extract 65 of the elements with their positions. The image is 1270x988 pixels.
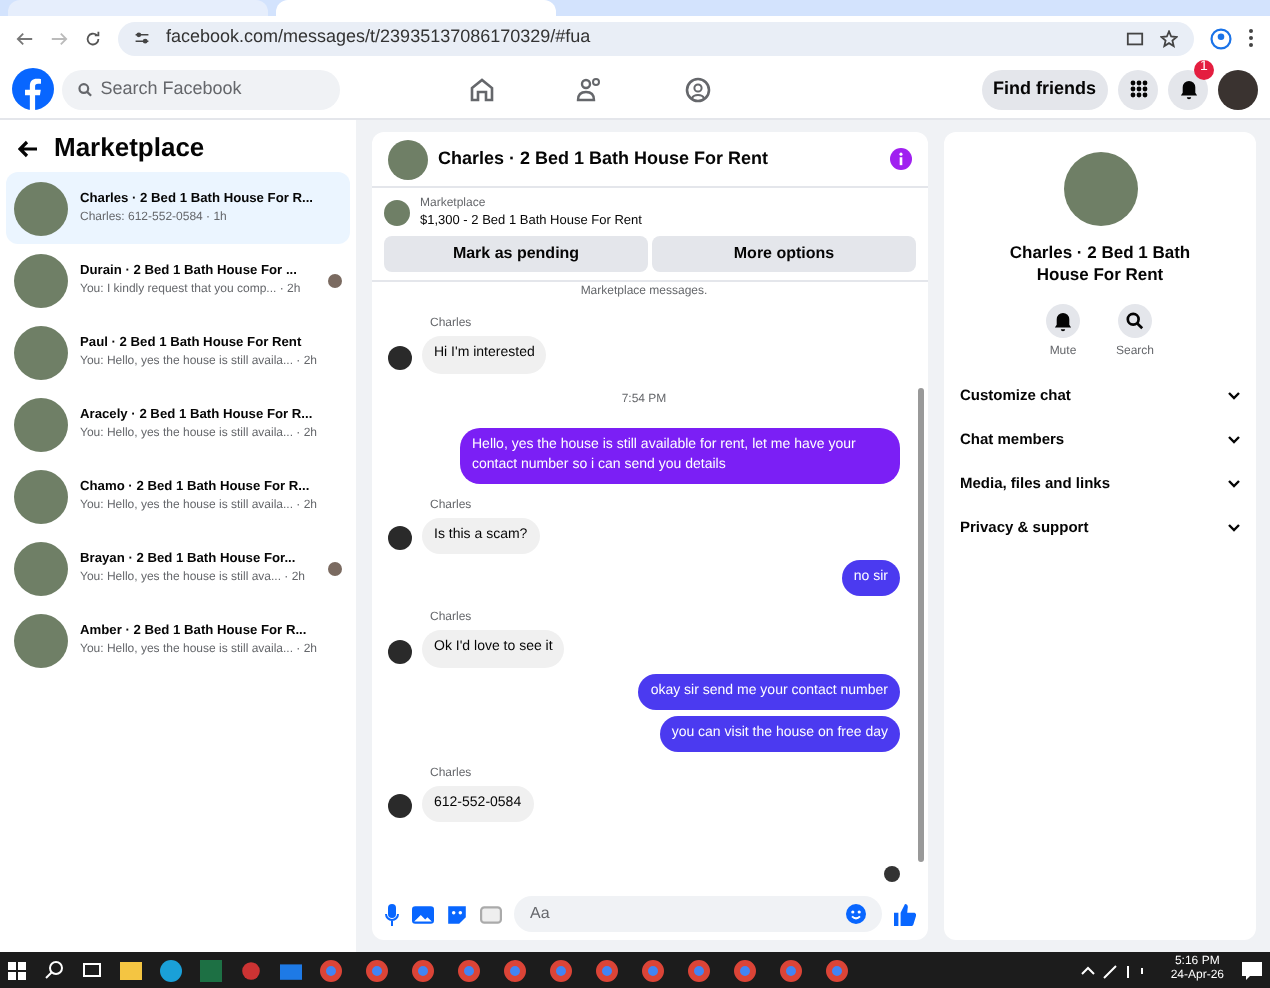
search-field[interactable]: Search Facebook bbox=[62, 69, 340, 109]
sender-avatar bbox=[388, 526, 412, 550]
house-photo-placeholder bbox=[14, 181, 68, 235]
message-field[interactable]: Aa bbox=[514, 896, 882, 932]
house-photo-placeholder bbox=[388, 139, 428, 179]
house-photo-placeholder bbox=[14, 253, 68, 307]
sender-avatar bbox=[388, 345, 412, 369]
app-icon[interactable] bbox=[240, 959, 262, 981]
menu-icon[interactable] bbox=[1248, 28, 1254, 48]
house-photo-placeholder bbox=[14, 469, 68, 523]
bell-icon bbox=[1053, 311, 1072, 331]
thumbs-up-icon[interactable] bbox=[894, 903, 916, 925]
site-settings-icon[interactable] bbox=[134, 30, 150, 46]
chevron-icon bbox=[1228, 480, 1240, 488]
back-icon[interactable] bbox=[16, 29, 34, 47]
url-text: facebook.com/messages/t/23935137086170329/#fua bbox=[166, 24, 593, 51]
info-icon[interactable] bbox=[890, 148, 912, 170]
search-button[interactable] bbox=[1117, 304, 1152, 338]
facebook-logo-icon[interactable] bbox=[12, 68, 54, 110]
image-icon[interactable] bbox=[412, 903, 434, 925]
grid-icon bbox=[1129, 80, 1147, 98]
message-input[interactable]: Aa bbox=[530, 902, 846, 926]
back-arrow-icon[interactable] bbox=[18, 139, 38, 157]
home-icon[interactable] bbox=[468, 75, 497, 103]
profile-icon[interactable] bbox=[1210, 27, 1232, 49]
star-icon[interactable] bbox=[1160, 29, 1178, 47]
sidebar-title: Marketplace bbox=[54, 130, 205, 167]
task-view-icon[interactable] bbox=[82, 960, 102, 980]
house-photo-placeholder bbox=[384, 200, 410, 226]
chevron-icon bbox=[1228, 392, 1240, 400]
chat-title: Charles · 2 Bed 1 Bath House For Rent bbox=[438, 145, 771, 172]
house-photo-placeholder bbox=[14, 613, 68, 667]
action-button[interactable]: More options bbox=[652, 236, 916, 272]
folder-icon[interactable] bbox=[120, 960, 142, 980]
sender-avatar bbox=[388, 794, 412, 818]
sticker-icon[interactable] bbox=[446, 903, 468, 925]
house-photo-placeholder bbox=[14, 397, 68, 451]
chevron-icon bbox=[1228, 436, 1240, 444]
emoji-icon[interactable] bbox=[846, 904, 866, 924]
search-icon[interactable] bbox=[44, 960, 64, 980]
house-photo-placeholder bbox=[1063, 152, 1137, 226]
microphone-icon[interactable] bbox=[384, 903, 400, 925]
friends-icon[interactable] bbox=[576, 75, 605, 103]
chevron-icon bbox=[1228, 524, 1240, 532]
install-icon[interactable] bbox=[1126, 29, 1144, 47]
search-icon bbox=[1125, 311, 1144, 331]
action-button[interactable]: Mark as pending bbox=[384, 236, 648, 272]
search-icon bbox=[78, 81, 93, 97]
groups-icon[interactable] bbox=[684, 75, 713, 103]
notifications-button[interactable] bbox=[1168, 69, 1208, 109]
mute-button[interactable] bbox=[1045, 304, 1080, 338]
find-friends-button[interactable]: Find friends bbox=[981, 69, 1108, 109]
search-input[interactable]: Search Facebook bbox=[100, 75, 324, 103]
address-bar[interactable]: facebook.com/messages/t/23935137086170329/#fua bbox=[118, 21, 1194, 55]
account-avatar[interactable] bbox=[1218, 69, 1258, 109]
bell-icon bbox=[1179, 79, 1197, 99]
house-photo-placeholder bbox=[14, 541, 68, 595]
seen-avatar bbox=[884, 866, 900, 882]
sender-avatar bbox=[388, 639, 412, 663]
house-photo-placeholder bbox=[14, 325, 68, 379]
menu-button[interactable] bbox=[1118, 69, 1158, 109]
notifications-icon[interactable] bbox=[1242, 961, 1262, 979]
conversation-name: Charles · 2 Bed 1 Bath House For Rent bbox=[1007, 242, 1193, 286]
reload-icon[interactable] bbox=[84, 29, 102, 47]
windows-start-icon[interactable] bbox=[8, 961, 26, 979]
